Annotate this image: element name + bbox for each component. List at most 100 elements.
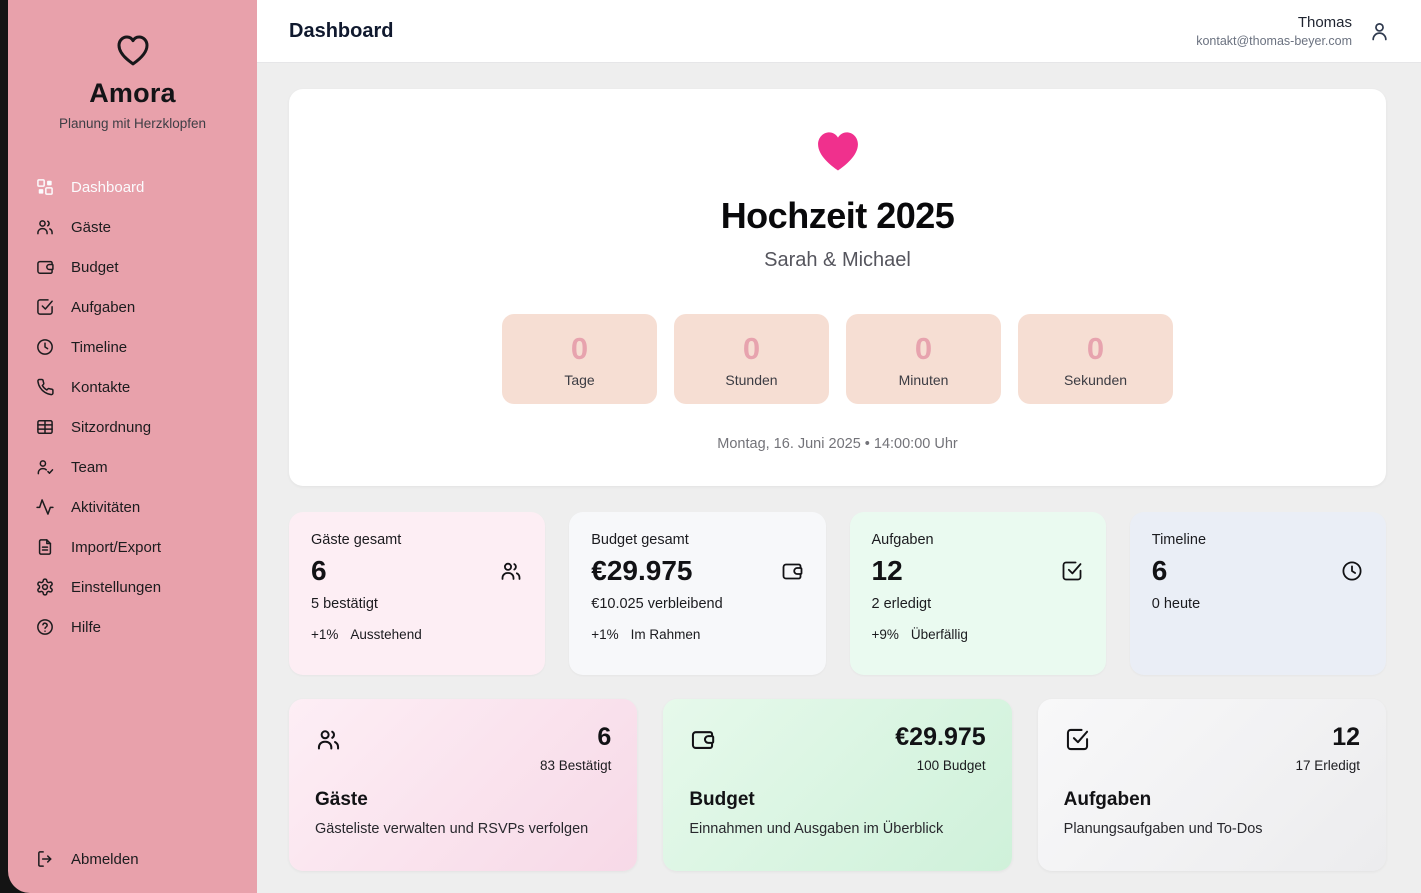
sidebar-item-aufgaben[interactable]: Aufgaben: [8, 287, 257, 327]
sidebar-item-label: Team: [71, 459, 108, 476]
phone-icon: [35, 377, 55, 397]
sidebar-item-budget[interactable]: Budget: [8, 247, 257, 287]
stat-sub: €10.025 verbleibend: [591, 596, 803, 612]
sidebar-item-timeline[interactable]: Timeline: [8, 327, 257, 367]
stat-delta-pct: +1%: [591, 627, 618, 642]
brand-tagline: Planung mit Herzklopfen: [8, 116, 257, 131]
feature-title: Gäste: [315, 789, 611, 811]
stat-delta: +1%Ausstehend: [311, 627, 523, 642]
clock-icon: [35, 337, 55, 357]
top-bar: Dashboard Thomas kontakt@thomas-beyer.co…: [257, 0, 1421, 63]
feature-sub: 83 Bestätigt: [540, 758, 611, 773]
stat-delta: +1% Im Rahmen: [591, 627, 803, 642]
logout-label: Abmelden: [71, 851, 139, 868]
page-title: Dashboard: [289, 20, 393, 43]
wedding-datetime: Montag, 16. Juni 2025 • 14:00:00 Uhr: [309, 436, 1366, 452]
feature-value: €29.975: [895, 723, 985, 752]
stat-card-aufgaben: Aufgaben 12 2 erledigt +9%Überfällig: [850, 512, 1106, 675]
couple-names: Sarah & Michael: [309, 249, 1366, 272]
sidebar-item-aktivitaeten[interactable]: Aktivitäten: [8, 487, 257, 527]
wedding-hero-card: Hochzeit 2025 Sarah & Michael 0 Tage 0 S…: [289, 89, 1386, 486]
sidebar-item-label: Import/Export: [71, 539, 161, 556]
feature-cards-row: 6 83 Bestätigt Gäste Gästeliste verwalte…: [289, 699, 1386, 871]
stat-label: Timeline: [1152, 532, 1364, 548]
sidebar-item-team[interactable]: Team: [8, 447, 257, 487]
sidebar-item-dashboard[interactable]: Dashboard: [8, 167, 257, 207]
countdown-label: Minuten: [899, 372, 949, 388]
feature-card-aufgaben[interactable]: 12 17 Erledigt Aufgaben Planungsaufgaben…: [1038, 699, 1386, 871]
countdown-minutes: 0 Minuten: [846, 314, 1001, 404]
activity-icon: [35, 497, 55, 517]
user-email: kontakt@thomas-beyer.com: [1196, 34, 1352, 48]
countdown-value: 0: [743, 331, 760, 367]
main-area: Dashboard Thomas kontakt@thomas-beyer.co…: [257, 0, 1421, 893]
sidebar: Amora Planung mit Herzklopfen Dashboard …: [8, 0, 257, 893]
stat-value: 12: [872, 555, 903, 587]
user-check-icon: [35, 457, 55, 477]
user-info: Thomas kontakt@thomas-beyer.com: [1196, 14, 1352, 48]
brand: Amora Planung mit Herzklopfen: [8, 0, 257, 131]
stat-sub: 2 erledigt: [872, 596, 1084, 612]
people-icon: [499, 559, 523, 583]
stat-value: €29.975: [591, 555, 692, 587]
feature-card-budget[interactable]: €29.975 100 Budget Budget Einnahmen und …: [663, 699, 1011, 871]
check-square-icon: [35, 297, 55, 317]
feature-description: Planungsaufgaben und To-Dos: [1064, 821, 1360, 837]
feature-title: Aufgaben: [1064, 789, 1360, 811]
check-square-icon: [1064, 726, 1091, 753]
countdown-seconds: 0 Sekunden: [1018, 314, 1173, 404]
gear-icon: [35, 577, 55, 597]
sidebar-item-label: Einstellungen: [71, 579, 161, 596]
wallet-icon: [35, 257, 55, 277]
feature-card-gaeste[interactable]: 6 83 Bestätigt Gäste Gästeliste verwalte…: [289, 699, 637, 871]
heart-outline-icon: [113, 30, 153, 70]
user-menu[interactable]: Thomas kontakt@thomas-beyer.com: [1196, 14, 1391, 48]
stat-delta-label: Im Rahmen: [631, 627, 701, 642]
sidebar-item-einstellungen[interactable]: Einstellungen: [8, 567, 257, 607]
stat-card-budget: Budget gesamt €29.975 €10.025 verbleiben…: [569, 512, 825, 675]
brand-name: Amora: [8, 78, 257, 109]
stat-card-gaeste: Gäste gesamt 6 5 bestätigt +1%Ausstehend: [289, 512, 545, 675]
sidebar-item-sitzordnung[interactable]: Sitzordnung: [8, 407, 257, 447]
sidebar-nav: Dashboard Gäste Budget Aufgaben Timeline…: [8, 167, 257, 647]
countdown-hours: 0 Stunden: [674, 314, 829, 404]
stat-delta-label: Überfällig: [911, 627, 968, 642]
sidebar-item-label: Gäste: [71, 219, 111, 236]
stat-sub: 0 heute: [1152, 596, 1364, 612]
countdown-label: Tage: [564, 372, 594, 388]
logout-button[interactable]: Abmelden: [8, 839, 257, 879]
stat-label: Gäste gesamt: [311, 532, 523, 548]
wallet-icon: [780, 559, 804, 583]
sidebar-item-import-export[interactable]: Import/Export: [8, 527, 257, 567]
countdown-value: 0: [915, 331, 932, 367]
countdown-value: 0: [571, 331, 588, 367]
countdown-label: Sekunden: [1064, 372, 1127, 388]
sidebar-item-kontakte[interactable]: Kontakte: [8, 367, 257, 407]
stat-value: 6: [311, 555, 327, 587]
people-icon: [315, 726, 342, 753]
sidebar-item-hilfe[interactable]: Hilfe: [8, 607, 257, 647]
dashboard-content: Hochzeit 2025 Sarah & Michael 0 Tage 0 S…: [257, 63, 1421, 893]
file-text-icon: [35, 537, 55, 557]
sidebar-item-label: Budget: [71, 259, 119, 276]
countdown-label: Stunden: [725, 372, 777, 388]
countdown-days: 0 Tage: [502, 314, 657, 404]
stat-value: 6: [1152, 555, 1168, 587]
stat-delta-label: Ausstehend: [350, 627, 421, 642]
sidebar-item-label: Kontakte: [71, 379, 130, 396]
people-icon: [35, 217, 55, 237]
sidebar-item-label: Dashboard: [71, 179, 144, 196]
heart-filled-icon: [810, 125, 866, 177]
stat-label: Budget gesamt: [591, 532, 803, 548]
stat-label: Aufgaben: [872, 532, 1084, 548]
feature-value: 6: [540, 723, 611, 752]
clock-icon: [1340, 559, 1364, 583]
feature-value: 12: [1295, 723, 1360, 752]
dashboard-grid-icon: [35, 177, 55, 197]
user-icon: [1368, 20, 1391, 43]
sidebar-item-label: Hilfe: [71, 619, 101, 636]
check-square-icon: [1060, 559, 1084, 583]
sidebar-item-gaeste[interactable]: Gäste: [8, 207, 257, 247]
sidebar-item-label: Aktivitäten: [71, 499, 140, 516]
feature-description: Einnahmen und Ausgaben im Überblick: [689, 821, 985, 837]
